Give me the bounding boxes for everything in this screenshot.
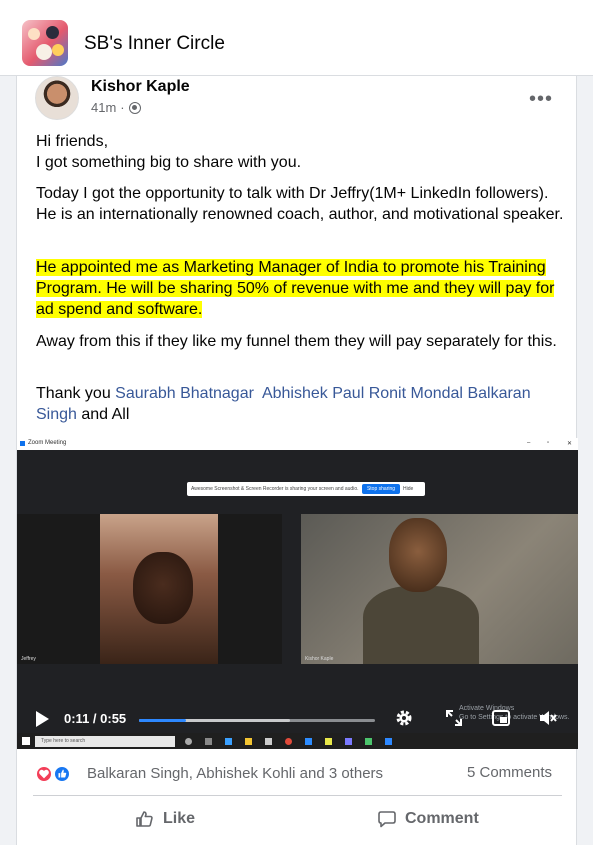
author-name[interactable]: Kishor Kaple [91, 78, 190, 96]
highlighted-text: He appointed me as Marketing Manager of … [36, 259, 555, 318]
reaction-names[interactable]: Balkaran Singh, Abhishek Kohli and 3 oth… [87, 765, 383, 782]
video-time: 0:11 / 0:55 [64, 711, 127, 726]
mention-saurabh[interactable]: Saurabh Bhatnagar [115, 385, 254, 402]
stop-sharing-button: Stop sharing [362, 484, 400, 494]
comment-count[interactable]: 5 Comments [467, 764, 552, 781]
fullscreen-icon[interactable] [444, 708, 464, 728]
windows-start-icon [22, 737, 30, 745]
like-icon[interactable] [53, 765, 71, 783]
post-paragraph-1: Hi friends, I got something big to share… [36, 133, 302, 171]
friends-icon[interactable] [128, 101, 141, 114]
participant-body [363, 586, 479, 664]
zoom-title-bar: Zoom Meeting – ▫ ✕ [17, 438, 578, 450]
windows-taskbar: Type here to search [17, 733, 578, 749]
video-player[interactable]: Zoom Meeting – ▫ ✕ Awesome Screenshot & … [17, 438, 578, 749]
settings-icon[interactable] [394, 708, 414, 728]
video-progress-fill [139, 719, 187, 722]
hide-button: Hide [403, 486, 414, 492]
dot-separator: · [120, 100, 125, 115]
like-button[interactable]: Like [135, 802, 195, 836]
mention-ronit[interactable]: Ronit Mondal [369, 385, 463, 402]
comment-button[interactable]: Comment [377, 802, 479, 836]
post-meta: 41m · [91, 100, 141, 115]
play-icon[interactable] [36, 711, 49, 727]
pip-icon[interactable] [491, 708, 511, 728]
store-icon [265, 738, 272, 745]
minimize-icon: – [527, 440, 531, 446]
love-icon[interactable] [35, 765, 53, 783]
share-banner-text: Awesome Screenshot & Screen Recorder is … [191, 486, 359, 492]
chrome-icon [285, 738, 292, 745]
restore-icon: ▫ [547, 440, 550, 446]
thanks-prefix: Thank you [36, 385, 116, 402]
group-header: SB's Inner Circle [0, 0, 593, 76]
taskbar-search: Type here to search [35, 736, 175, 747]
participant-name-right: Kishor Kaple [305, 656, 334, 662]
participant-head [133, 552, 193, 624]
post-paragraph-2: Today I got the opportunity to talk with… [36, 185, 564, 223]
taskview-icon [205, 738, 212, 745]
video-progress-bar[interactable] [139, 719, 375, 722]
group-title[interactable]: SB's Inner Circle [84, 33, 225, 55]
participant-name-left: Jeffrey [21, 656, 36, 662]
app-icon-4 [385, 738, 392, 745]
divider [33, 795, 562, 796]
more-options-icon[interactable]: ••• [529, 88, 553, 111]
author-avatar[interactable] [35, 76, 79, 120]
post-card: Kishor Kaple 41m · ••• Hi friends, I got… [16, 76, 578, 845]
reactions-row: Balkaran Singh, Abhishek Kohli and 3 oth… [17, 749, 578, 795]
close-icon: ✕ [567, 441, 573, 447]
mention-abhishek[interactable]: Abhishek Paul [262, 385, 364, 402]
thumbs-up-icon [136, 811, 153, 827]
app-icon [325, 738, 332, 745]
post-paragraph-3: He appointed me as Marketing Manager of … [36, 257, 566, 320]
video-controls: 0:11 / 0:55 [17, 702, 578, 732]
participant-tile-right: Kishor Kaple [301, 514, 578, 664]
zoom-window-title: Zoom Meeting [28, 440, 67, 446]
volume-icon[interactable] [538, 708, 558, 728]
zoom-logo-icon [20, 441, 25, 446]
participant-tile-left: Jeffrey [17, 514, 282, 664]
post-time[interactable]: 41m [91, 100, 116, 115]
zoom-taskbar-icon [305, 738, 312, 745]
participant-head [389, 518, 447, 592]
comment-label: Comment [405, 810, 479, 827]
thanks-suffix: and All [76, 406, 130, 423]
post-thanks: Thank you Saurabh Bhatnagar Abhishek Pau… [36, 383, 566, 425]
edge-icon [225, 738, 232, 745]
comment-icon [378, 811, 396, 828]
like-label: Like [163, 810, 196, 827]
cortana-icon [185, 738, 192, 745]
group-avatar[interactable] [22, 20, 68, 66]
explorer-icon [245, 738, 252, 745]
app-icon-2 [345, 738, 352, 745]
app-icon-3 [365, 738, 372, 745]
post-paragraph-4: Away from this if they like my funnel th… [36, 333, 557, 350]
share-banner: Awesome Screenshot & Screen Recorder is … [187, 482, 425, 496]
